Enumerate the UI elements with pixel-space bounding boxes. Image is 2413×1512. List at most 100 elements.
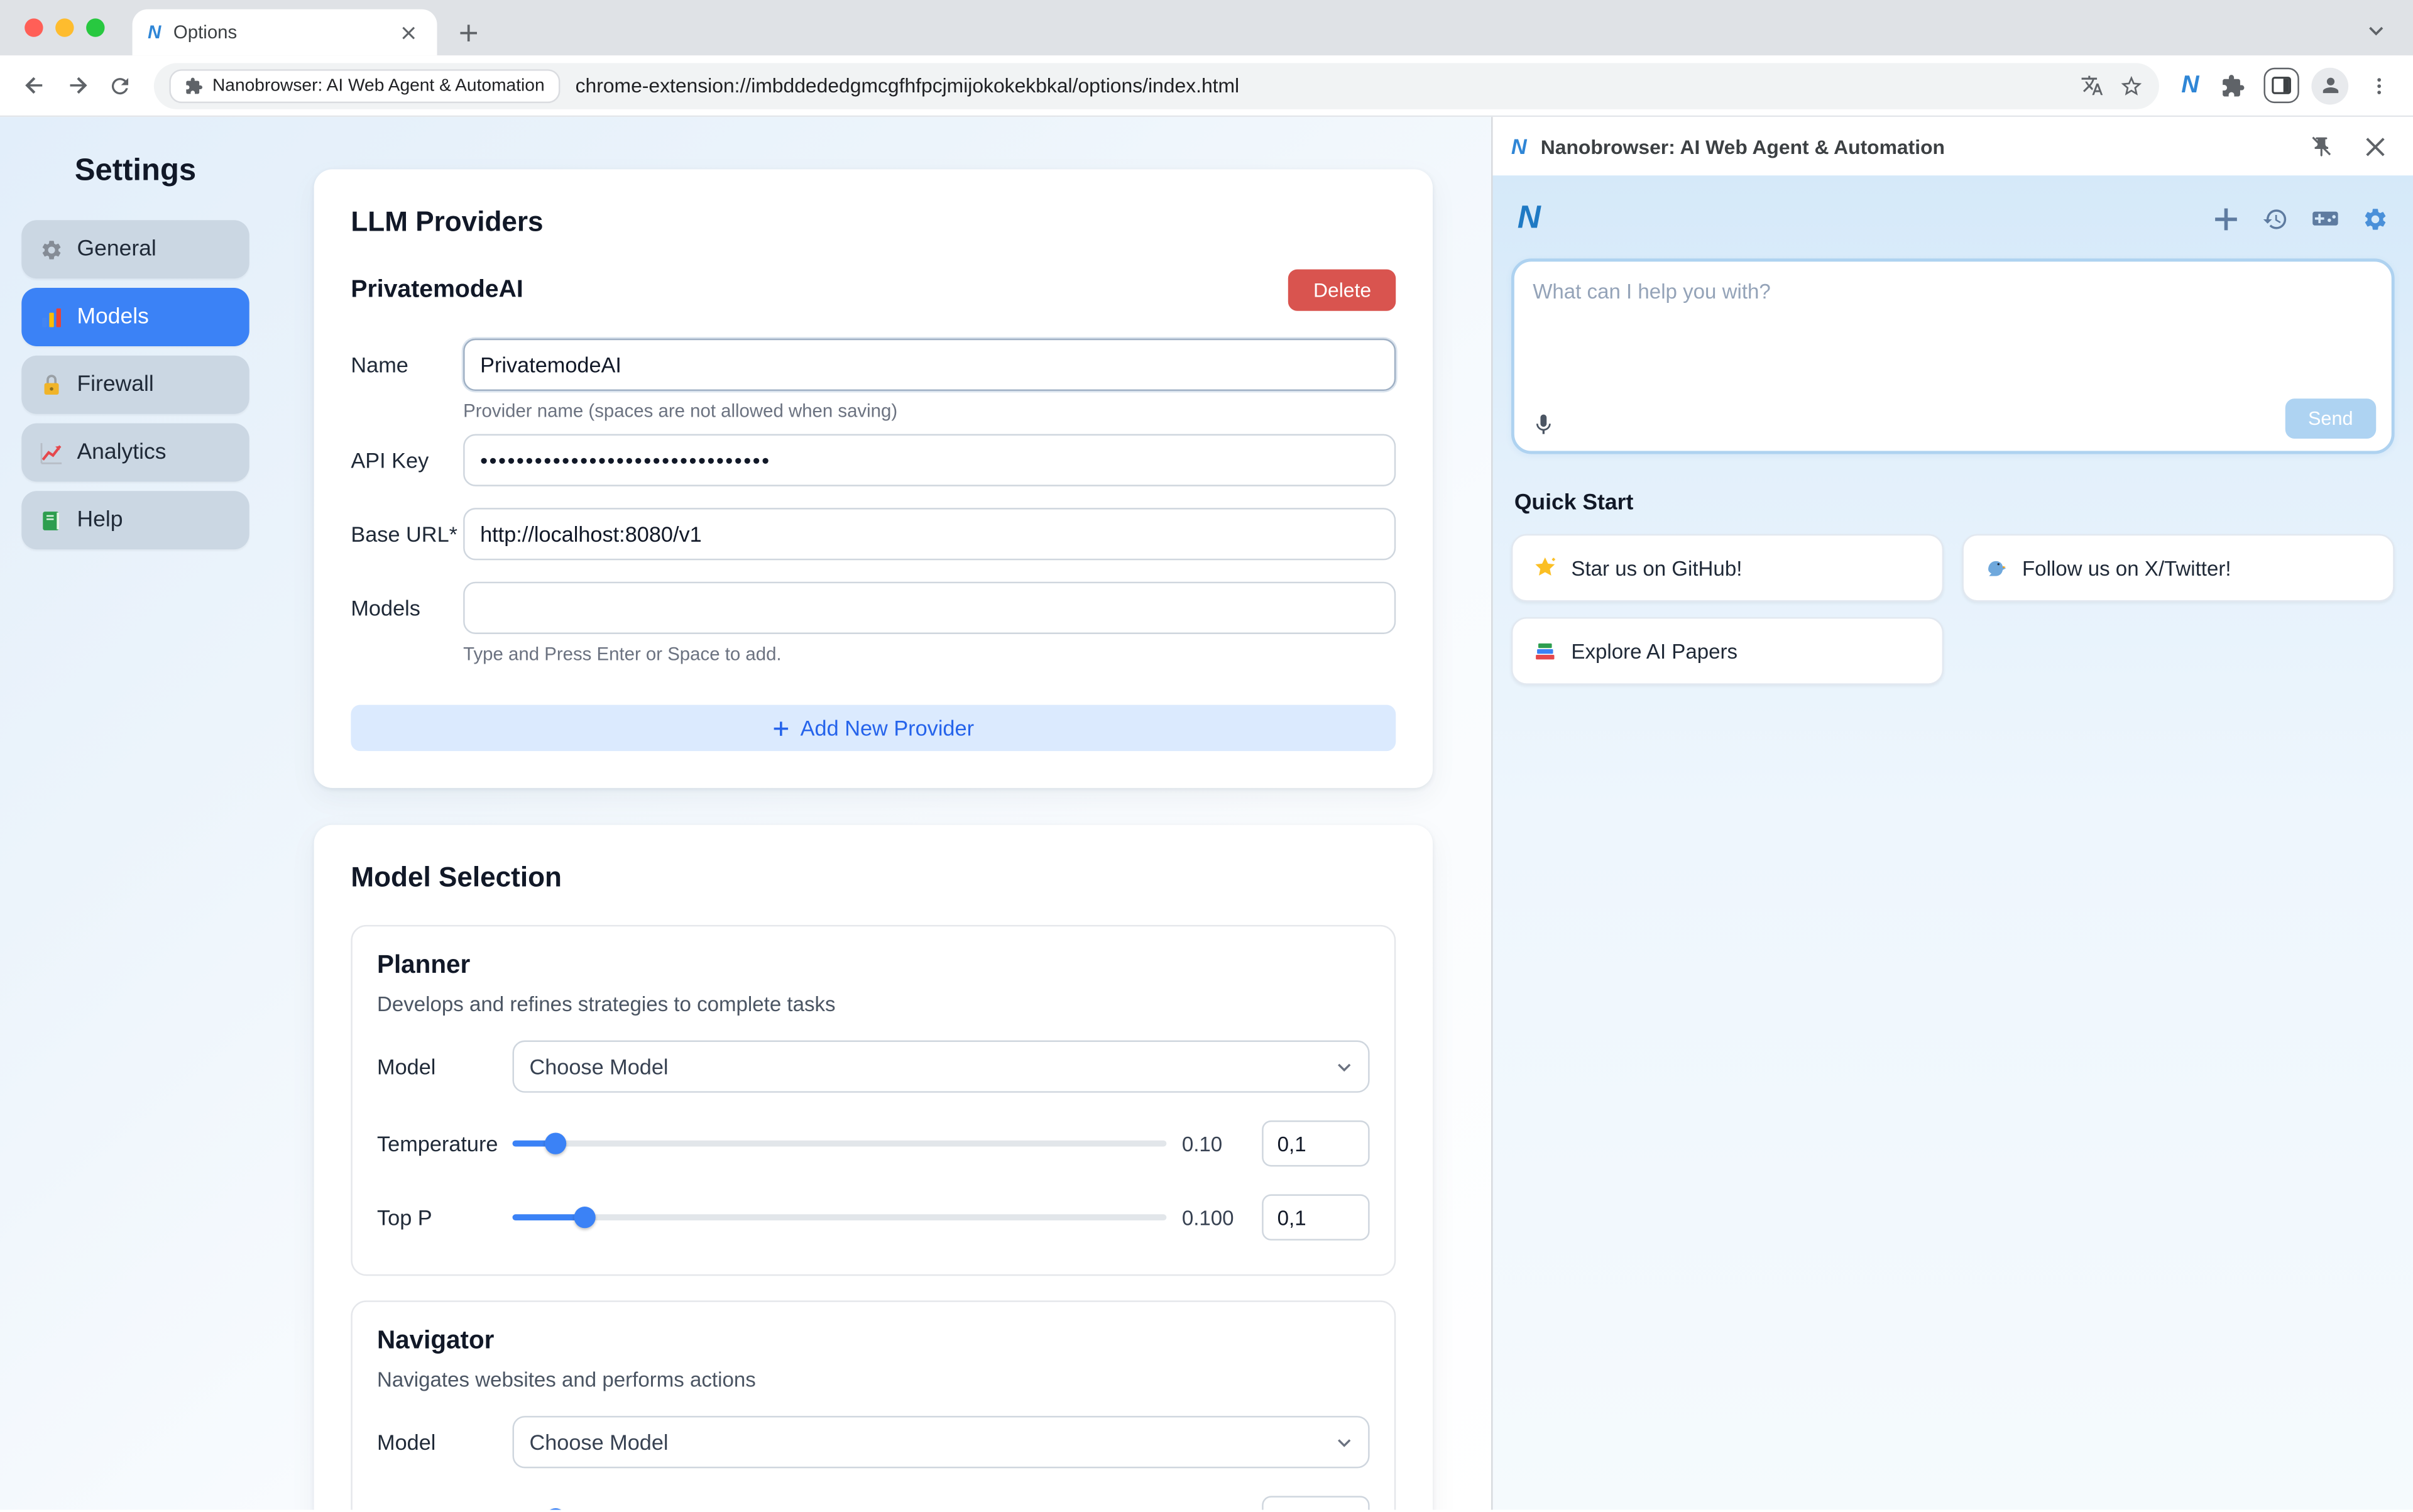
add-new-provider-label: Add New Provider — [800, 715, 974, 740]
gamepad-icon[interactable] — [2311, 205, 2339, 233]
sidebar-item-label: Analytics — [77, 440, 167, 465]
planner-model-select[interactable]: Choose Model — [512, 1040, 1370, 1093]
close-panel-icon[interactable] — [2355, 126, 2395, 167]
new-chat-icon[interactable] — [2213, 205, 2240, 232]
planner-top-p-input[interactable] — [1262, 1194, 1370, 1241]
side-panel-body: N What can I help you with? Send Quick S… — [1492, 175, 2413, 1510]
provider-name-input[interactable] — [463, 338, 1396, 392]
side-panel-toggle-button[interactable] — [2263, 67, 2299, 104]
sidebar-item-analytics[interactable]: Analytics — [21, 423, 249, 482]
profile-avatar[interactable] — [2311, 67, 2349, 104]
navigator-model-select[interactable]: Choose Model — [512, 1416, 1370, 1469]
slider-thumb[interactable] — [544, 1132, 566, 1154]
navigator-title: Navigator — [377, 1327, 495, 1355]
name-help-text: Provider name (spaces are not allowed wh… — [463, 400, 898, 422]
side-panel-title: Nanobrowser: AI Web Agent & Automation — [1540, 134, 1945, 158]
planner-title: Planner — [377, 951, 471, 979]
bar-chart-icon — [40, 305, 63, 329]
nanobrowser-toolbar-icon[interactable]: N — [2178, 72, 2202, 99]
nanobrowser-favicon: N — [1511, 134, 1527, 159]
sidebar-item-models[interactable]: Models — [21, 287, 249, 347]
llm-providers-heading: LLM Providers — [351, 206, 544, 238]
quick-start-papers[interactable]: Explore AI Papers — [1511, 617, 1944, 685]
api-key-label: API Key — [351, 447, 429, 473]
slider-thumb[interactable] — [544, 1508, 566, 1510]
slider-thumb[interactable] — [573, 1207, 596, 1229]
books-icon — [1536, 643, 1555, 660]
sidebar-item-firewall[interactable]: Firewall — [21, 355, 249, 414]
gear-icon — [40, 238, 63, 261]
minimize-window-button[interactable] — [55, 18, 74, 37]
sidebar-item-label: Firewall — [77, 372, 154, 397]
quick-start-twitter[interactable]: Follow us on X/Twitter! — [1962, 534, 2395, 602]
new-tab-button[interactable] — [449, 14, 486, 51]
tab-strip: N Options — [0, 0, 2413, 56]
browser-toolbar: Nanobrowser: AI Web Agent & Automation c… — [0, 55, 2413, 118]
tab-close-icon[interactable] — [394, 18, 422, 46]
api-key-input[interactable] — [463, 434, 1396, 486]
planner-temperature-input[interactable] — [1262, 1120, 1370, 1167]
send-button[interactable]: Send — [2285, 398, 2377, 439]
history-icon[interactable] — [2262, 205, 2289, 232]
navigator-model-label: Model — [377, 1430, 436, 1455]
quick-start-label: Follow us on X/Twitter! — [2022, 556, 2231, 580]
planner-temperature-label: Temperature — [377, 1131, 498, 1156]
plus-icon — [774, 721, 789, 735]
planner-top-p-value: 0.100 — [1181, 1205, 1234, 1229]
planner-model-label: Model — [377, 1054, 436, 1079]
sidebar-item-general[interactable]: General — [21, 220, 249, 279]
extension-permission-chip[interactable]: Nanobrowser: AI Web Agent & Automation — [169, 68, 561, 102]
base-url-input[interactable] — [463, 508, 1396, 561]
side-panel-header: N Nanobrowser: AI Web Agent & Automation — [1492, 117, 2413, 176]
quick-start-heading: Quick Start — [1514, 491, 1634, 516]
glowing-star-icon — [1535, 557, 1555, 576]
planner-temperature-value: 0.10 — [1181, 1132, 1223, 1155]
settings-gear-icon[interactable] — [2362, 205, 2388, 232]
model-selection-card: Model Selection Planner Develops and ref… — [314, 824, 1433, 1510]
settings-title: Settings — [74, 153, 197, 188]
name-label: Name — [351, 352, 408, 378]
bird-icon — [1988, 561, 2006, 576]
translate-icon[interactable] — [2081, 74, 2104, 97]
sidebar-item-label: Help — [77, 508, 123, 533]
url-text[interactable]: chrome-extension://imbddededgmcgfhfpcjmi… — [576, 74, 2066, 97]
chat-input-card: Send — [1511, 258, 2395, 454]
forward-button[interactable] — [58, 67, 96, 104]
navigator-description: Navigates websites and performs actions — [377, 1368, 756, 1391]
base-url-label: Base URL* — [351, 522, 458, 547]
navigator-model-value: Choose Model — [529, 1430, 669, 1455]
nanobrowser-favicon: N — [148, 21, 161, 43]
provider-name-heading: PrivatemodeAI — [351, 276, 523, 303]
settings-content: LLM Providers PrivatemodeAI Delete Name … — [271, 117, 1491, 1510]
close-window-button[interactable] — [25, 18, 43, 37]
nanobrowser-side-panel: N Nanobrowser: AI Web Agent & Automation… — [1491, 117, 2413, 1510]
browser-menu-icon[interactable] — [2361, 67, 2398, 104]
extensions-puzzle-icon[interactable] — [2214, 67, 2252, 104]
quick-start-github[interactable]: Star us on GitHub! — [1511, 534, 1944, 602]
tab-options[interactable]: N Options — [132, 9, 437, 56]
navigator-section: Navigator Navigates websites and perform… — [351, 1300, 1396, 1510]
planner-top-p-label: Top P — [377, 1205, 432, 1230]
sidebar-item-label: Models — [77, 304, 149, 330]
delete-provider-button[interactable]: Delete — [1288, 269, 1396, 311]
models-input[interactable] — [463, 581, 1396, 634]
navigator-temperature-input[interactable] — [1262, 1496, 1370, 1510]
add-new-provider-button[interactable]: Add New Provider — [351, 704, 1396, 752]
planner-top-p-slider[interactable] — [512, 1207, 1167, 1229]
book-icon — [40, 508, 63, 532]
microphone-icon[interactable] — [1531, 412, 1556, 437]
model-selection-heading: Model Selection — [351, 862, 562, 893]
window-controls — [25, 18, 105, 37]
chat-input[interactable] — [1533, 280, 2373, 397]
chart-increasing-icon — [40, 441, 63, 464]
reload-button[interactable] — [102, 67, 139, 104]
maximize-window-button[interactable] — [86, 18, 105, 37]
tab-search-chevron-icon[interactable] — [2358, 13, 2395, 50]
unpin-panel-icon[interactable] — [2301, 126, 2341, 167]
sidebar-item-help[interactable]: Help — [21, 491, 249, 550]
planner-section: Planner Develops and refines strategies … — [351, 924, 1396, 1276]
bookmark-star-icon[interactable] — [2120, 73, 2144, 97]
back-button[interactable] — [15, 67, 52, 104]
planner-temperature-slider[interactable] — [512, 1132, 1167, 1154]
omnibox[interactable]: Nanobrowser: AI Web Agent & Automation c… — [153, 62, 2160, 109]
